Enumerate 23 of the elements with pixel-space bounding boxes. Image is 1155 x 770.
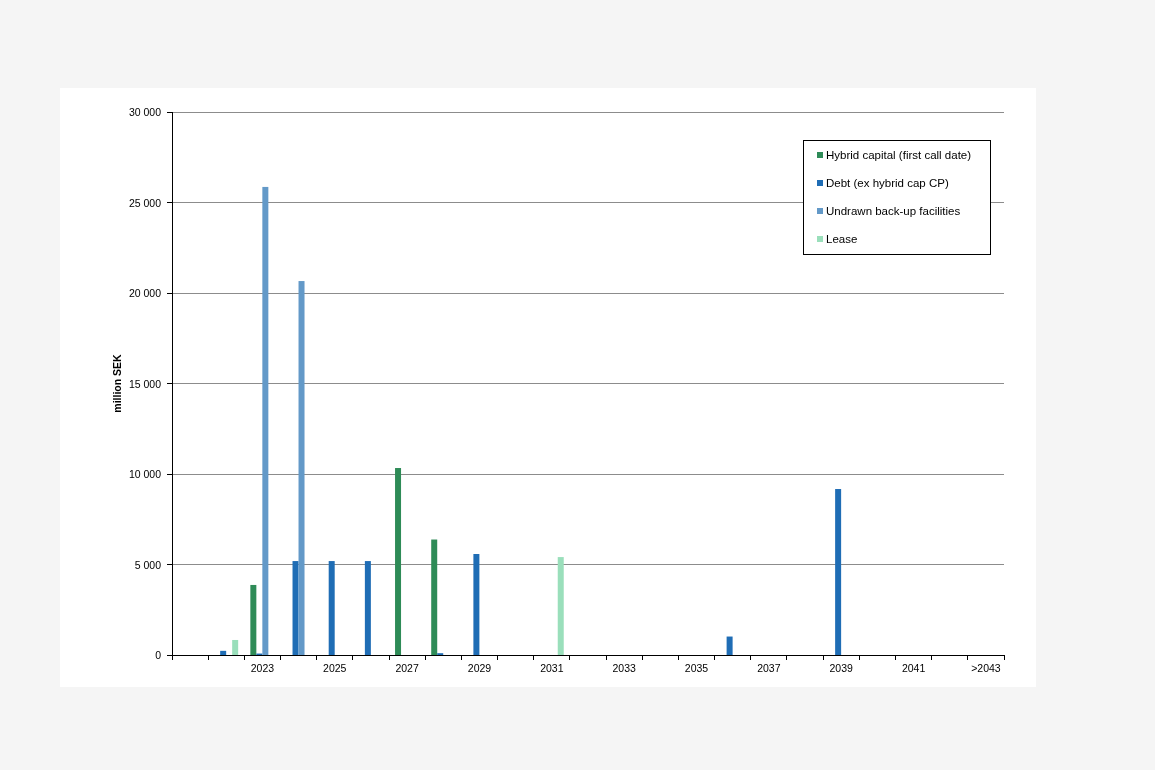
axis-title: million SEK bbox=[111, 354, 123, 413]
axis-label: 25 000 bbox=[128, 196, 161, 209]
axis-label: 2025 bbox=[323, 662, 347, 674]
axis-label: 2031 bbox=[540, 662, 564, 674]
axis-label: 2027 bbox=[395, 662, 419, 674]
axis-label: 2029 bbox=[467, 662, 492, 674]
axis-label: 2037 bbox=[757, 662, 781, 674]
axis-label: 15 000 bbox=[128, 377, 161, 390]
legend-label: Debt (ex hybrid cap CP) bbox=[826, 177, 949, 189]
legend-label: Hybrid capital (first call date) bbox=[826, 149, 972, 161]
axis-label: 20 000 bbox=[128, 287, 161, 299]
axis-label: 2039 bbox=[829, 662, 853, 674]
axis-label: 2041 bbox=[901, 662, 926, 674]
axis-label: 2023 bbox=[250, 662, 275, 674]
axis-label: 2033 bbox=[612, 662, 636, 674]
legend-label: Lease bbox=[826, 233, 858, 245]
axis-label: 2035 bbox=[684, 662, 709, 674]
axis-label: 0 bbox=[155, 649, 161, 661]
axis-label: >2043 bbox=[971, 662, 1001, 674]
axis-label: 30 000 bbox=[128, 106, 161, 118]
legend-label: Undrawn back-up facilities bbox=[826, 205, 961, 217]
axis-label: 10 000 bbox=[128, 468, 161, 480]
axis-label: 5 000 bbox=[134, 558, 161, 571]
